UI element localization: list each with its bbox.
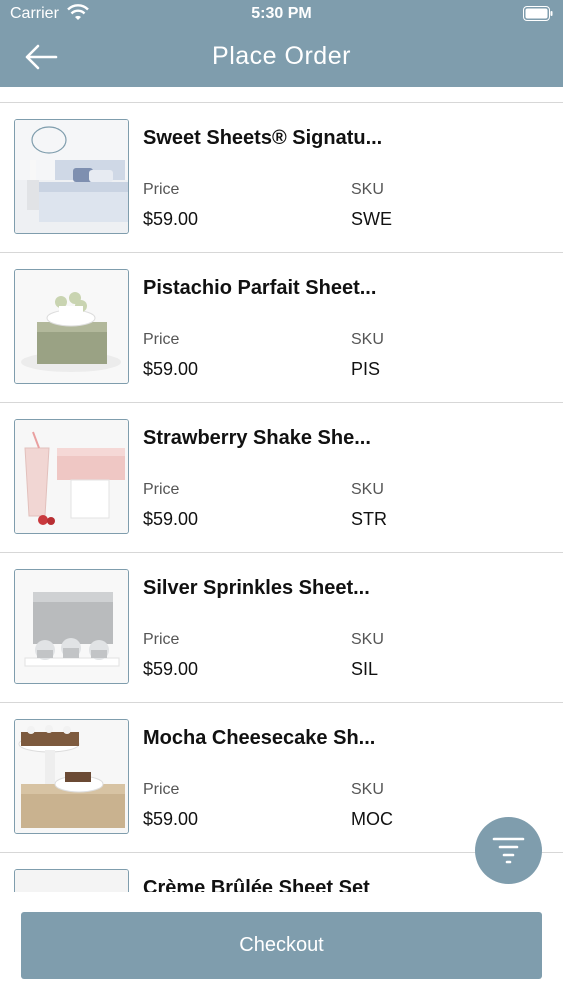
status-time: 5:30 PM [251, 5, 312, 22]
battery-icon [523, 6, 553, 21]
product-name: Crème Brûlée Sheet Set [143, 877, 370, 893]
nav-bar: Place Order [0, 30, 563, 87]
price-label: Price [143, 481, 180, 498]
product-row-sweet[interactable]: Sweet Sheets® Signatu... Price SKU $59.0… [0, 103, 563, 253]
product-name: Silver Sprinkles Sheet... [143, 577, 370, 599]
product-image [14, 719, 129, 834]
product-price: $59.00 [143, 209, 199, 229]
product-name: Sweet Sheets® Signatu... [143, 127, 383, 149]
checkout-button[interactable]: Checkout [21, 912, 542, 979]
product-image [14, 269, 129, 384]
page-title: Place Order [212, 42, 351, 70]
product-name: Pistachio Parfait Sheet... [143, 277, 377, 299]
footer-bar: Checkout [0, 892, 563, 1000]
product-row-strawberry[interactable]: Strawberry Shake She... Price SKU $59.00… [0, 403, 563, 553]
price-label: Price [143, 331, 180, 348]
product-sku: STR [351, 509, 387, 529]
sku-label: SKU [351, 781, 384, 798]
app-header: Carrier 5:30 PM Place Order [0, 0, 563, 87]
price-label: Price [143, 631, 180, 648]
sku-label: SKU [351, 631, 384, 648]
product-sku: SWE [351, 209, 393, 229]
product-row-pistachio[interactable]: Pistachio Parfait Sheet... Price SKU $59… [0, 253, 563, 403]
status-bar: Carrier 5:30 PM [0, 0, 563, 30]
product-row-mocha[interactable]: Mocha Cheesecake Sh... Price SKU $59.00 … [0, 703, 563, 853]
product-image [14, 869, 129, 893]
sku-label: SKU [351, 481, 384, 498]
product-price: $59.00 [143, 359, 199, 379]
product-price: $59.00 [143, 509, 199, 529]
product-sku: PIS [351, 359, 381, 379]
price-label: Price [143, 181, 180, 198]
product-price: $59.00 [143, 659, 199, 679]
product-row-silver[interactable]: Silver Sprinkles Sheet... Price SKU $59.… [0, 553, 563, 703]
sku-label: SKU [351, 331, 384, 348]
price-label: Price [143, 781, 180, 798]
product-name: Strawberry Shake She... [143, 427, 371, 449]
filter-button[interactable] [475, 817, 542, 884]
product-list[interactable]: Sweet Sheets® Signatu... Price SKU $59.0… [0, 102, 563, 893]
product-name: Mocha Cheesecake Sh... [143, 727, 376, 749]
product-sku: SIL [351, 659, 379, 679]
filter-icon [492, 837, 525, 864]
sku-label: SKU [351, 181, 384, 198]
product-sku: MOC [351, 809, 393, 829]
product-image [14, 569, 129, 684]
product-image [14, 119, 129, 234]
product-price: $59.00 [143, 809, 199, 829]
product-image [14, 419, 129, 534]
